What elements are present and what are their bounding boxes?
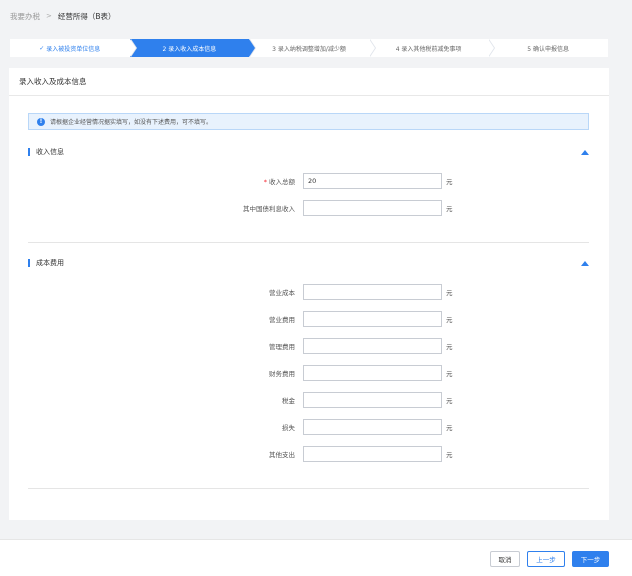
field-taxes: 税金 元 — [183, 392, 453, 408]
step-label: 3 录入纳税调整增加/减少额 — [272, 45, 346, 53]
field-financial-expense: 财务费用 元 — [183, 365, 453, 381]
breadcrumb-separator: > — [46, 12, 52, 20]
unit-label: 元 — [446, 424, 453, 432]
next-step-button[interactable]: 下一步 — [572, 551, 609, 567]
financial-expense-input[interactable] — [303, 365, 442, 381]
step-1[interactable]: ✓ 录入被投资单位信息 — [10, 39, 137, 57]
operating-cost-input[interactable] — [303, 284, 442, 300]
unit-label: 元 — [446, 316, 453, 324]
unit-label: 元 — [446, 178, 453, 186]
field-operating-expense: 营业费用 元 — [183, 311, 453, 327]
unit-label: 元 — [446, 289, 453, 297]
operating-expense-input[interactable] — [303, 311, 442, 327]
income-section-title: 收入信息 — [36, 148, 64, 156]
unit-label: 元 — [446, 205, 453, 213]
taxes-input[interactable] — [303, 392, 442, 408]
footer-bar: 取消 上一步 下一步 — [0, 539, 632, 576]
field-bond-interest: 其中国债利息收入 元 — [183, 200, 453, 216]
other-expenditure-input[interactable] — [303, 446, 442, 462]
step-3[interactable]: 3 录入纳税调整增加/减少额 — [249, 39, 376, 57]
section-divider — [28, 488, 589, 489]
breadcrumb: 我要办税 > 经营所得（B表） — [10, 10, 116, 22]
field-losses: 损失 元 — [183, 419, 453, 435]
unit-label: 元 — [446, 451, 453, 459]
step-label: 录入被投资单位信息 — [46, 45, 101, 53]
unit-label: 元 — [446, 370, 453, 378]
bond-interest-input[interactable] — [303, 200, 442, 216]
field-operating-cost: 营业成本 元 — [183, 284, 453, 300]
notice-text: 请根据企业经营情况据实填写，如没有下述费用，可不填写。 — [50, 119, 213, 126]
prev-step-button[interactable]: 上一步 — [527, 551, 565, 567]
cost-section-title: 成本费用 — [36, 259, 64, 267]
step-label: 2 录入收入成本信息 — [162, 45, 217, 53]
field-admin-expense: 管理费用 元 — [183, 338, 453, 354]
step-4[interactable]: 4 录入其他税前减免事项 — [368, 39, 496, 57]
step-progress: ✓ 录入被投资单位信息 2 录入收入成本信息 3 录入纳税调整增加/减少额 4 … — [10, 39, 608, 57]
admin-expense-input[interactable] — [303, 338, 442, 354]
field-other-expenditure: 其他支出 元 — [183, 446, 453, 462]
losses-input[interactable] — [303, 419, 442, 435]
step-label: 4 录入其他税前减免事项 — [395, 45, 462, 53]
section-divider — [28, 242, 589, 243]
cost-section-header: 成本费用 — [28, 257, 589, 269]
income-cost-card: 录入收入及成本信息 ! 请根据企业经营情况据实填写，如没有下述费用，可不填写。 … — [9, 68, 609, 520]
income-section-header: 收入信息 — [28, 146, 589, 158]
notice-banner: ! 请根据企业经营情况据实填写，如没有下述费用，可不填写。 — [28, 113, 589, 130]
breadcrumb-home[interactable]: 我要办税 — [10, 11, 40, 22]
field-total-income: *收入总额 元 — [183, 173, 453, 189]
breadcrumb-current: 经营所得（B表） — [57, 11, 116, 21]
unit-label: 元 — [446, 397, 453, 405]
unit-label: 元 — [446, 343, 453, 351]
info-icon: ! — [37, 117, 45, 126]
total-income-input[interactable] — [303, 173, 442, 189]
collapse-icon[interactable] — [581, 149, 589, 155]
step-2[interactable]: 2 录入收入成本信息 — [129, 39, 257, 57]
collapse-icon[interactable] — [581, 260, 589, 266]
required-mark: * — [263, 178, 267, 186]
step-5[interactable]: 5 确认申报信息 — [488, 39, 608, 57]
check-icon: ✓ — [39, 44, 45, 52]
card-title: 录入收入及成本信息 — [9, 68, 609, 96]
cancel-button[interactable]: 取消 — [490, 551, 520, 567]
step-label: 5 确认申报信息 — [527, 45, 570, 53]
